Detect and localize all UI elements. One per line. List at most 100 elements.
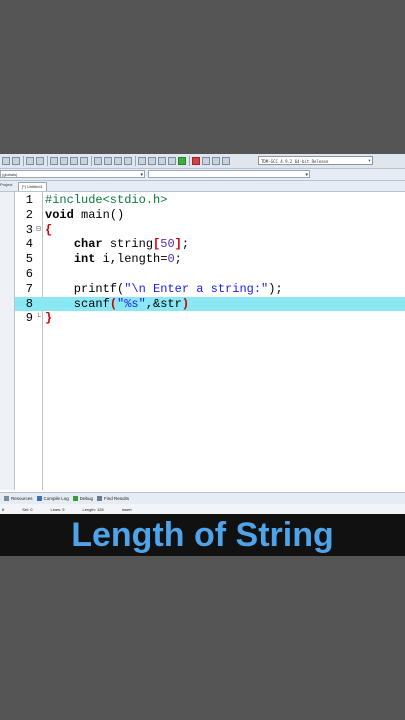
bottom-tab[interactable]: Find Results xyxy=(97,496,129,501)
code-line[interactable]: 5 int i,length=0; xyxy=(15,252,405,267)
code-token: i,length= xyxy=(95,252,168,267)
class-toolbar: (globals) ▾ ▾ xyxy=(0,169,405,181)
member-combo[interactable]: ▾ xyxy=(148,170,310,178)
new-file-icon[interactable] xyxy=(2,157,10,165)
forward-icon[interactable] xyxy=(104,157,112,165)
redo-icon[interactable] xyxy=(36,157,44,165)
fold-marker-icon[interactable]: └ xyxy=(36,311,41,326)
status-mode: Insert xyxy=(121,506,132,512)
debug-icon xyxy=(72,496,78,501)
scope-combo[interactable]: (globals) ▾ xyxy=(0,170,145,178)
run-icon[interactable] xyxy=(148,157,156,165)
find-results-icon xyxy=(97,496,103,501)
tab-row: Project [*] Untitled1 xyxy=(0,181,405,192)
shield-icon[interactable] xyxy=(124,157,132,165)
indent-icon[interactable] xyxy=(70,157,78,165)
chevron-down-icon: ▾ xyxy=(367,158,371,164)
chevron-down-icon: ▾ xyxy=(140,172,143,178)
bottom-tab[interactable]: Resources xyxy=(4,496,33,501)
code-token: #include<stdio.h> xyxy=(45,193,168,207)
undo-icon[interactable] xyxy=(26,157,34,165)
code-line[interactable]: 3 ⊟ { xyxy=(15,223,405,238)
code-token: 50 xyxy=(160,237,175,252)
fold-marker-icon[interactable]: ⊟ xyxy=(36,223,41,238)
code-token: ; xyxy=(181,237,190,252)
profile-icon[interactable] xyxy=(212,157,220,165)
compile-run-icon[interactable] xyxy=(158,157,166,165)
toolbar-separator xyxy=(23,156,24,166)
status-sel: Sel: 0 xyxy=(22,506,33,512)
project-panel xyxy=(0,192,15,490)
code-token: printf( xyxy=(45,281,125,296)
delete-profile-icon[interactable] xyxy=(222,157,230,165)
line-number: 1 xyxy=(25,193,33,207)
bottom-tab-label: Find Results xyxy=(104,496,130,501)
code-text: scanf("%s",&str) xyxy=(45,296,190,312)
status-line: 8 xyxy=(2,506,5,512)
check-icon[interactable] xyxy=(178,157,186,165)
code-token: ) xyxy=(181,296,190,311)
stop-icon[interactable] xyxy=(192,157,200,165)
code-line[interactable]: 8 scanf("%s",&str) xyxy=(15,296,405,312)
bottom-tab-label: Resources xyxy=(11,496,33,501)
chart-icon[interactable] xyxy=(202,157,210,165)
code-token: int xyxy=(73,252,96,267)
code-line[interactable]: 6 xyxy=(15,267,405,282)
compile-icon[interactable] xyxy=(138,157,146,165)
code-token: "%s" xyxy=(117,296,146,311)
tab-untitled1[interactable]: [*] Untitled1 xyxy=(18,182,47,191)
tab-project[interactable]: Project xyxy=(0,182,12,187)
code-line[interactable]: 2 void main() xyxy=(15,208,405,223)
line-number: 5 xyxy=(25,252,33,267)
back-icon[interactable] xyxy=(94,157,102,165)
code-line[interactable]: 9 └} xyxy=(15,311,405,326)
code-token: string xyxy=(102,237,154,252)
code-token: { xyxy=(45,222,53,237)
rebuild-icon[interactable] xyxy=(168,157,176,165)
line-number: 4 xyxy=(25,237,33,252)
title-banner: Length of String xyxy=(0,514,405,556)
bottom-tab-label: Compile Log xyxy=(43,496,69,501)
line-number: 8 xyxy=(25,296,33,311)
code-token: 0 xyxy=(167,252,175,267)
scope-combo-value: (globals) xyxy=(2,172,18,177)
bottom-tab[interactable]: Compile Log xyxy=(36,496,69,501)
line-number: 6 xyxy=(25,267,33,281)
status-length: Length: 128 xyxy=(82,506,104,512)
unindent-icon[interactable] xyxy=(80,157,88,165)
status-bar: 8 Sel: 0 Lines: 9 Length: 128 Insert xyxy=(0,504,405,514)
code-text: int i,length=0; xyxy=(45,252,182,267)
ide-window: TDM-GCC 4.9.2 64-bit Release ▾ (globals)… xyxy=(0,154,405,514)
open-icon[interactable] xyxy=(12,157,20,165)
banner-title: Length of String xyxy=(71,515,334,554)
line-number: 9 xyxy=(25,311,33,326)
code-token: main() xyxy=(73,207,125,222)
code-token: void xyxy=(45,207,74,222)
bottom-tab[interactable]: Debug xyxy=(72,496,94,501)
code-text: } xyxy=(45,311,52,326)
code-line[interactable]: 1 #include<stdio.h> xyxy=(15,193,405,208)
line-number: 2 xyxy=(25,207,33,222)
code-token: ; xyxy=(174,252,182,267)
bookmark-icon[interactable] xyxy=(114,157,122,165)
find-icon[interactable] xyxy=(50,157,58,165)
bottom-tab-label: Debug xyxy=(79,496,94,501)
code-token: scanf xyxy=(45,296,110,311)
toolbar-separator xyxy=(91,156,92,166)
main-toolbar: TDM-GCC 4.9.2 64-bit Release ▾ xyxy=(0,154,405,169)
line-number: 7 xyxy=(25,281,33,296)
code-line[interactable]: 7 printf("\n Enter a string:"); xyxy=(15,282,405,297)
code-text: void main() xyxy=(45,208,124,223)
toolbar-separator xyxy=(189,156,190,166)
chevron-down-icon: ▾ xyxy=(305,172,308,178)
replace-icon[interactable] xyxy=(60,157,68,165)
code-text: printf("\n Enter a string:"); xyxy=(45,282,283,297)
code-token: char xyxy=(73,237,103,252)
code-line[interactable]: 4 char string[50]; xyxy=(15,237,405,252)
code-text: char string[50]; xyxy=(45,237,189,252)
code-token: ); xyxy=(268,281,283,296)
toolbar-separator xyxy=(47,156,48,166)
compiler-select[interactable]: TDM-GCC 4.9.2 64-bit Release ▾ xyxy=(258,156,373,165)
